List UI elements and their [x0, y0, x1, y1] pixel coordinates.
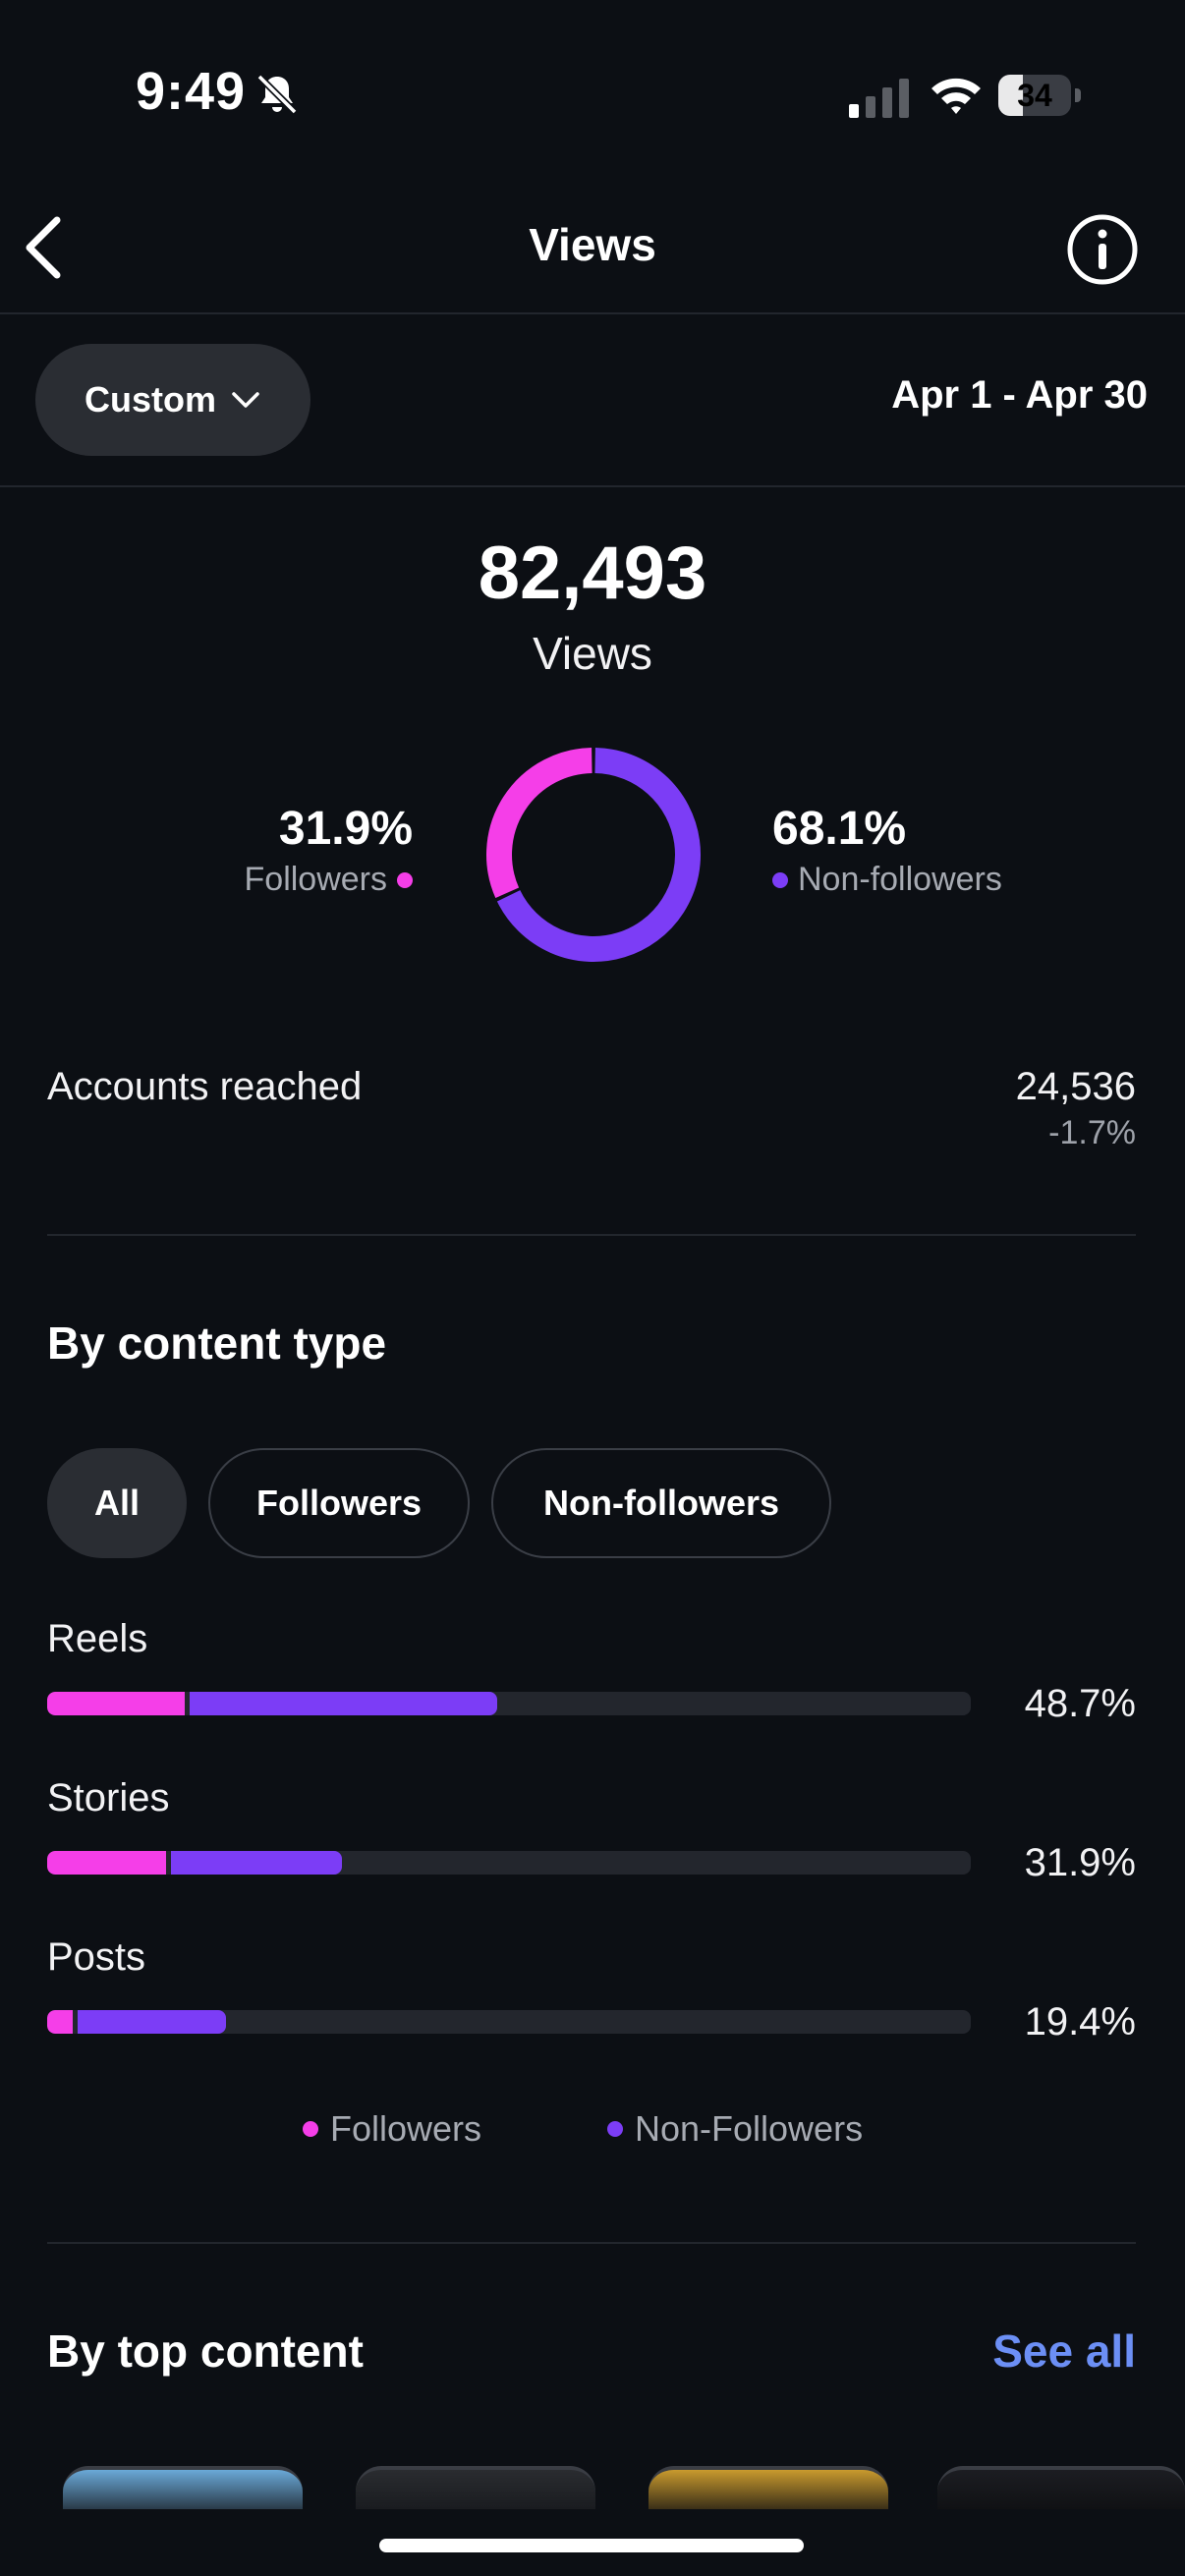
- bar-segment-reels-non-followers: [189, 1692, 497, 1715]
- top-content-thumbnail[interactable]: [63, 2466, 303, 2509]
- nav-divider: [0, 312, 1185, 314]
- content-type-title: By content type: [47, 1317, 387, 1369]
- info-circle-icon[interactable]: [1065, 212, 1140, 287]
- wifi-icon: [931, 78, 981, 114]
- bar-segment-stories-followers: [47, 1851, 167, 1875]
- bar-value-reels: 48.7%: [1024, 1682, 1136, 1725]
- legend-non-followers: Non-Followers: [607, 2108, 863, 2150]
- top-content-thumbnail[interactable]: [649, 2466, 888, 2509]
- non-followers-percentage: 68.1%: [772, 803, 907, 855]
- tab-followers[interactable]: Followers: [208, 1448, 470, 1558]
- battery-level: 34: [1017, 78, 1052, 113]
- legend-non-followers-dot: [607, 2121, 623, 2137]
- see-all-link[interactable]: See all: [992, 2324, 1136, 2378]
- legend-non-followers-label: Non-Followers: [635, 2108, 864, 2149]
- followers-percentage: 31.9%: [278, 803, 413, 855]
- bar-track-reels: [47, 1692, 971, 1715]
- tab-non-followers[interactable]: Non-followers: [491, 1448, 831, 1558]
- filter-divider: [0, 485, 1185, 487]
- bar-segment-reels-followers: [47, 1692, 185, 1715]
- bar-track-posts: [47, 2010, 971, 2034]
- top-content-thumbnail[interactable]: [937, 2466, 1185, 2509]
- home-indicator: [379, 2539, 804, 2552]
- top-content-title: By top content: [47, 2325, 364, 2377]
- battery-icon: 34: [998, 75, 1081, 116]
- views-donut-chart: [486, 748, 701, 962]
- bar-segment-posts-followers: [47, 2010, 74, 2034]
- non-followers-legend: Non-followers: [772, 861, 1002, 899]
- date-range-dropdown-label: Custom: [85, 379, 216, 420]
- chevron-down-icon: [232, 392, 259, 408]
- page-title: Views: [529, 219, 656, 270]
- followers-label: Followers: [244, 861, 387, 898]
- status-time: 9:49: [136, 62, 247, 121]
- bar-value-posts: 19.4%: [1024, 2000, 1136, 2044]
- bar-track-stories: [47, 1851, 971, 1875]
- bar-segment-stories-non-followers: [171, 1851, 342, 1875]
- bar-label-reels: Reels: [47, 1617, 148, 1660]
- legend-followers: Followers: [303, 2108, 481, 2150]
- cellular-signal-icon: [849, 79, 909, 118]
- bar-label-posts: Posts: [47, 1935, 146, 1979]
- bar-label-stories: Stories: [47, 1776, 170, 1820]
- top-content-thumbnail[interactable]: [356, 2466, 595, 2509]
- followers-legend: Followers: [245, 861, 413, 899]
- total-views-label: Views: [533, 628, 652, 679]
- bell-slash-icon: [256, 74, 298, 115]
- content-type-divider: [47, 2242, 1136, 2244]
- tab-all[interactable]: All: [47, 1448, 187, 1558]
- accounts-reached-change: -1.7%: [1048, 1114, 1136, 1151]
- accounts-reached-label: Accounts reached: [47, 1065, 363, 1108]
- legend-followers-label: Followers: [330, 2108, 482, 2149]
- followers-dot: [397, 871, 413, 888]
- date-range-dropdown[interactable]: Custom: [35, 344, 310, 456]
- bar-value-stories: 31.9%: [1024, 1841, 1136, 1884]
- date-range-text: Apr 1 - Apr 30: [891, 373, 1148, 417]
- non-followers-label: Non-followers: [798, 861, 1002, 898]
- legend-followers-dot: [303, 2121, 318, 2137]
- donut-slice-followers: [486, 748, 592, 899]
- accounts-reached-value: 24,536: [1015, 1065, 1136, 1108]
- non-followers-dot: [772, 871, 788, 888]
- total-views-value: 82,493: [478, 532, 707, 615]
- bar-segment-posts-non-followers: [78, 2010, 227, 2034]
- reach-divider: [47, 1234, 1136, 1236]
